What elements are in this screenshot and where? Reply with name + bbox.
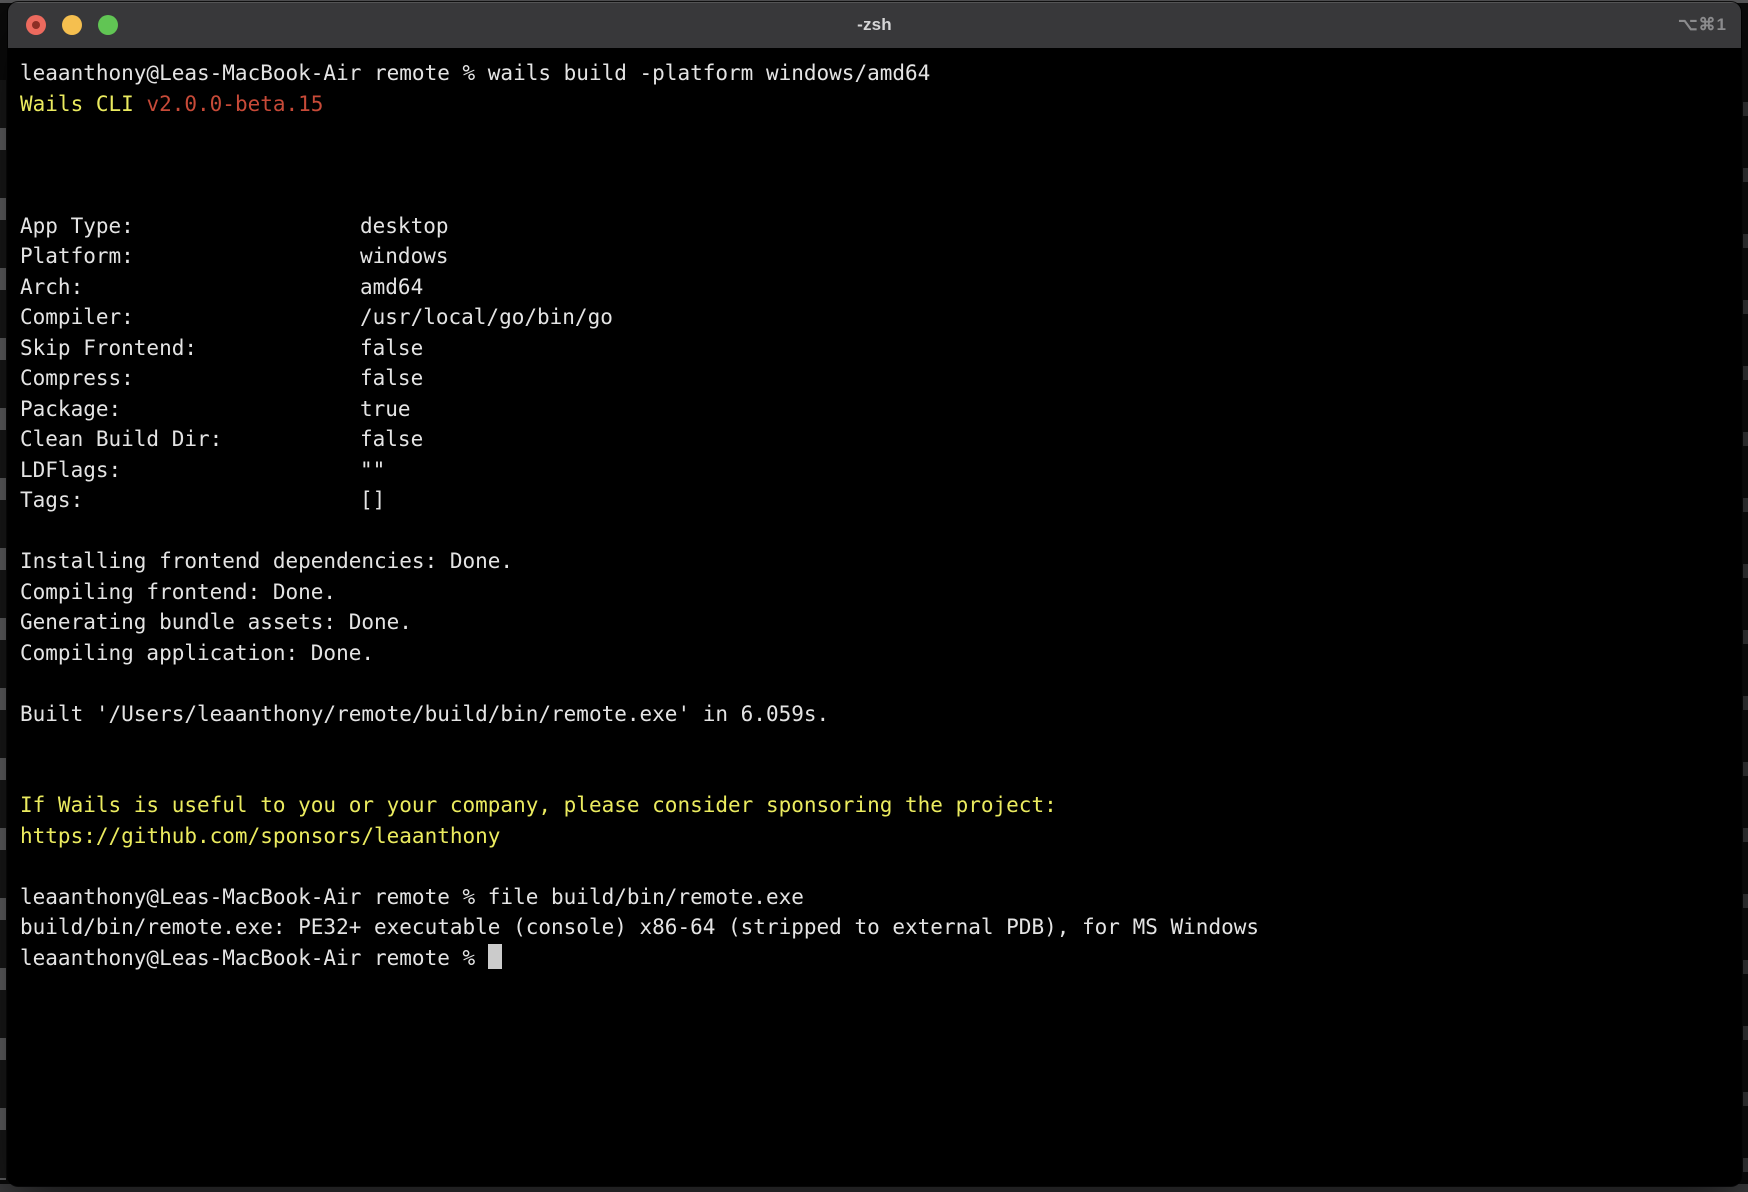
build-step: Compiling frontend: Done. <box>20 577 1731 608</box>
build-result: Built '/Users/leaanthony/remote/build/bi… <box>20 699 1731 730</box>
config-row: Compiler:/usr/local/go/bin/go <box>20 302 1731 333</box>
config-row: Package:true <box>20 394 1731 425</box>
config-row: Platform:windows <box>20 241 1731 272</box>
build-step: Installing frontend dependencies: Done. <box>20 546 1731 577</box>
close-button[interactable] <box>26 15 46 35</box>
terminal-prompt: leaanthony@Leas-MacBook-Air remote % <box>20 946 488 970</box>
build-step: Generating bundle assets: Done. <box>20 607 1731 638</box>
config-label: Compress: <box>20 363 360 394</box>
sponsor-message: If Wails is useful to you or your compan… <box>20 790 1731 821</box>
config-value: windows <box>360 244 449 268</box>
config-value: amd64 <box>360 275 423 299</box>
terminal-line-blank <box>20 851 1731 882</box>
config-label: LDFlags: <box>20 455 360 486</box>
config-label: Arch: <box>20 272 360 303</box>
sponsor-link: https://github.com/sponsors/leaanthony <box>20 821 1731 852</box>
config-row: Skip Frontend:false <box>20 333 1731 364</box>
config-value: false <box>360 336 423 360</box>
terminal-line-blank <box>20 180 1731 211</box>
config-value: false <box>360 366 423 390</box>
config-row: Compress:false <box>20 363 1731 394</box>
wails-version-label: v2.0.0-beta.15 <box>146 92 323 116</box>
terminal-line-blank <box>20 729 1731 760</box>
terminal-window: -zsh ⌥⌘1 leaanthony@Leas-MacBook-Air rem… <box>8 2 1741 1186</box>
window-titlebar[interactable]: -zsh ⌥⌘1 <box>8 2 1741 49</box>
config-value: true <box>360 397 411 421</box>
config-label: Skip Frontend: <box>20 333 360 364</box>
config-value: false <box>360 427 423 451</box>
config-label: Tags: <box>20 485 360 516</box>
window-shortcut-badge: ⌥⌘1 <box>1678 2 1727 48</box>
terminal-line-banner: Wails CLI v2.0.0-beta.15 <box>20 89 1731 120</box>
config-label: Clean Build Dir: <box>20 424 360 455</box>
config-value: /usr/local/go/bin/go <box>360 305 613 329</box>
config-row: App Type:desktop <box>20 211 1731 242</box>
terminal-line-blank <box>20 150 1731 181</box>
wails-cli-label: Wails CLI <box>20 92 146 116</box>
config-label: Platform: <box>20 241 360 272</box>
window-title: -zsh <box>8 15 1741 35</box>
config-row: Tags:[] <box>20 485 1731 516</box>
config-label: Compiler: <box>20 302 360 333</box>
config-row: Clean Build Dir:false <box>20 424 1731 455</box>
config-label: App Type: <box>20 211 360 242</box>
background-window-edge-right <box>1743 50 1748 1180</box>
terminal-line-command: leaanthony@Leas-MacBook-Air remote % fil… <box>20 882 1731 913</box>
terminal-line-command: leaanthony@Leas-MacBook-Air remote % wai… <box>20 58 1731 89</box>
file-command-output: build/bin/remote.exe: PE32+ executable (… <box>20 912 1731 943</box>
build-step: Compiling application: Done. <box>20 638 1731 669</box>
traffic-lights <box>26 2 118 48</box>
config-value: "" <box>360 458 385 482</box>
config-row: LDFlags:"" <box>20 455 1731 486</box>
config-label: Package: <box>20 394 360 425</box>
terminal-output[interactable]: leaanthony@Leas-MacBook-Air remote % wai… <box>8 49 1741 973</box>
terminal-line-blank <box>20 119 1731 150</box>
config-value: desktop <box>360 214 449 238</box>
terminal-line-blank <box>20 668 1731 699</box>
terminal-line-blank <box>20 516 1731 547</box>
config-row: Arch:amd64 <box>20 272 1731 303</box>
terminal-cursor <box>488 944 502 969</box>
terminal-line-blank <box>20 760 1731 791</box>
background-window-edge-left <box>0 80 6 1180</box>
minimize-button[interactable] <box>62 15 82 35</box>
config-value: [] <box>360 488 385 512</box>
terminal-prompt-line: leaanthony@Leas-MacBook-Air remote % <box>20 943 1731 974</box>
zoom-button[interactable] <box>98 15 118 35</box>
